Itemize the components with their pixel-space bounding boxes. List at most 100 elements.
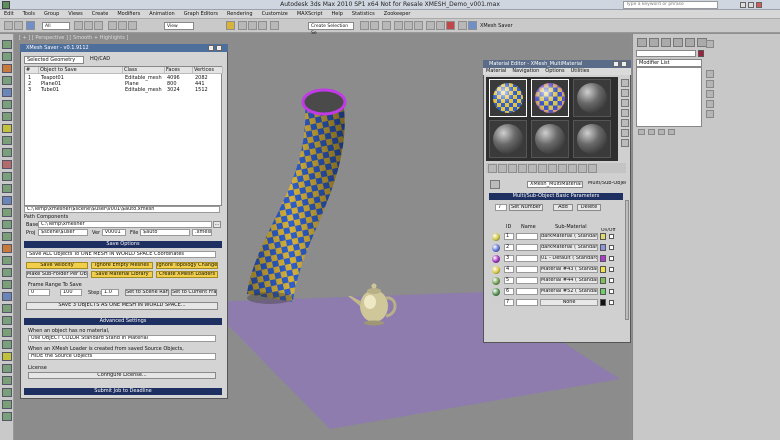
tool-icon[interactable]	[2, 112, 12, 121]
material-id-icon[interactable]	[548, 164, 557, 173]
sub-material-row[interactable]: 3 01 - Default ( Standard )	[490, 254, 622, 263]
save-mode-dropdown[interactable]: Save ALL Objects To ONE MESH IN WORLD SP…	[26, 251, 216, 258]
modifier-stack[interactable]	[636, 67, 702, 127]
render-icon[interactable]	[446, 21, 455, 30]
display-tab-icon[interactable]	[685, 38, 695, 47]
redo-icon[interactable]	[14, 21, 23, 30]
menu-help[interactable]: Help	[332, 11, 343, 17]
options-icon[interactable]	[621, 139, 629, 147]
sub-material-id[interactable]: 5	[504, 277, 514, 284]
align-icon[interactable]	[370, 21, 379, 30]
close-icon[interactable]	[756, 2, 762, 8]
col-class[interactable]: Class	[123, 67, 165, 74]
sub-material-row[interactable]: 2 darkMaterial ( Standard )	[490, 243, 622, 252]
sub-material-swatch[interactable]	[492, 255, 500, 263]
tool-icon[interactable]	[2, 256, 12, 265]
tool-icon[interactable]	[2, 232, 12, 241]
menu-zookeeper[interactable]: Zookeeper	[384, 11, 411, 17]
tool-icon[interactable]	[2, 52, 12, 61]
close-icon[interactable]	[216, 45, 222, 51]
create-tab-icon[interactable]	[637, 38, 647, 47]
sub-material-id[interactable]: 1	[504, 233, 514, 240]
region-select-icon[interactable]	[94, 21, 103, 30]
sub-material-on-checkbox[interactable]	[609, 245, 614, 250]
sub-material-button[interactable]: 01 - Default ( Standard )	[540, 255, 598, 262]
tool-icon[interactable]	[2, 124, 12, 133]
tool-icon[interactable]	[2, 100, 12, 109]
output-path-field[interactable]: C:\Temp\xmesher\$scene\$user\v001\$auto.…	[24, 206, 220, 213]
material-slot[interactable]	[573, 120, 611, 158]
tool-icon[interactable]	[2, 340, 12, 349]
menu-group[interactable]: Group	[44, 11, 59, 17]
menu-modifiers[interactable]: Modifiers	[117, 11, 140, 17]
advanced-settings-header[interactable]: Advanced Settings	[24, 318, 222, 325]
me-menu-options[interactable]: Options	[545, 68, 564, 75]
extension-dropdown[interactable]: .xmesh	[192, 229, 212, 236]
tool-icon[interactable]	[2, 316, 12, 325]
background-icon[interactable]	[621, 99, 629, 107]
menu-tools[interactable]: Tools	[23, 11, 35, 17]
submit-to-deadline-button[interactable]: Submit Job to Deadline	[24, 388, 222, 395]
sub-material-on-checkbox[interactable]	[609, 289, 614, 294]
menu-views[interactable]: Views	[68, 11, 82, 17]
sub-material-row[interactable]: 7 None	[490, 298, 622, 307]
teapot-render-icon[interactable]	[458, 21, 467, 30]
sub-material-color[interactable]	[600, 255, 606, 262]
search-input[interactable]: Type a keyword or phrase	[623, 1, 718, 9]
minimize-icon[interactable]	[613, 61, 619, 67]
no-material-dropdown[interactable]: Use OBJECT COLOR Standard Stand In Mater…	[28, 335, 216, 342]
sub-material-id[interactable]: 7	[504, 299, 514, 306]
sub-material-name-field[interactable]	[516, 288, 538, 295]
angle-snap-icon[interactable]	[238, 21, 247, 30]
mirror-icon[interactable]	[360, 21, 369, 30]
tool-icon[interactable]	[2, 292, 12, 301]
sub-material-name-field[interactable]	[516, 244, 538, 251]
material-editor-title[interactable]: Material Editor - XMesh_MultiMaterial	[483, 60, 631, 68]
sub-material-row[interactable]: 1 darkMaterial ( Standard )	[490, 232, 622, 241]
snap-toggle-icon[interactable]	[226, 21, 235, 30]
move-icon[interactable]	[108, 21, 117, 30]
multi-sub-rollout-header[interactable]: Multi/Sub-Object Basic Parameters	[489, 193, 623, 200]
sub-material-on-checkbox[interactable]	[609, 234, 614, 239]
sub-material-swatch[interactable]	[492, 233, 500, 241]
sub-material-name-field[interactable]	[516, 255, 538, 262]
sub-material-color[interactable]	[600, 288, 606, 295]
side-tool-icon[interactable]	[706, 70, 714, 78]
sub-material-swatch[interactable]	[492, 277, 500, 285]
xmesh-title[interactable]: XMesh Saver - v0.1.9112	[20, 44, 228, 52]
sub-material-column-header[interactable]: Sub-Material	[555, 224, 587, 230]
ignore-topology-changes-toggle[interactable]: Ignore Topology Changes	[156, 262, 218, 269]
configure-license-button[interactable]: Configure License...	[28, 372, 216, 379]
show-map-icon[interactable]	[558, 164, 567, 173]
menu-maxscript[interactable]: MAXScript	[297, 11, 323, 17]
menu-statistics[interactable]: Statistics	[352, 11, 375, 17]
xmesh-saver-icon[interactable]	[468, 21, 477, 30]
tool-icon[interactable]	[2, 328, 12, 337]
tool-icon[interactable]	[2, 136, 12, 145]
rendered-frame-icon[interactable]	[436, 21, 445, 30]
edit-named-selection-icon[interactable]	[270, 21, 279, 30]
make-preview-icon[interactable]	[621, 129, 629, 137]
tool-icon[interactable]	[2, 280, 12, 289]
sub-material-color[interactable]	[600, 277, 606, 284]
sub-material-button[interactable]: darkMaterial ( Standard )	[540, 233, 598, 240]
motion-tab-icon[interactable]	[673, 38, 683, 47]
sub-material-id[interactable]: 4	[504, 266, 514, 273]
menu-rendering[interactable]: Rendering	[227, 11, 253, 17]
loader-dropdown[interactable]: HIDE the Source Objects	[28, 353, 216, 360]
tool-icon[interactable]	[2, 244, 12, 253]
save-material-library-toggle[interactable]: Save Material Library	[91, 271, 153, 278]
close-icon[interactable]	[621, 61, 627, 67]
tool-icon[interactable]	[2, 364, 12, 373]
tool-icon[interactable]	[2, 160, 12, 169]
base-path-field[interactable]: C:\Temp\xmesher	[38, 221, 212, 228]
menu-edit[interactable]: Edit	[4, 11, 14, 17]
frame-start-field[interactable]: 0	[28, 289, 50, 296]
menu-customize[interactable]: Customize	[262, 11, 288, 17]
put-to-library-icon[interactable]	[538, 164, 547, 173]
minimize-icon[interactable]	[740, 2, 746, 8]
show-end-result-icon[interactable]	[568, 164, 577, 173]
menu-create[interactable]: Create	[92, 11, 109, 17]
sub-material-swatch[interactable]	[492, 266, 500, 274]
sub-material-name-field[interactable]	[516, 266, 538, 273]
